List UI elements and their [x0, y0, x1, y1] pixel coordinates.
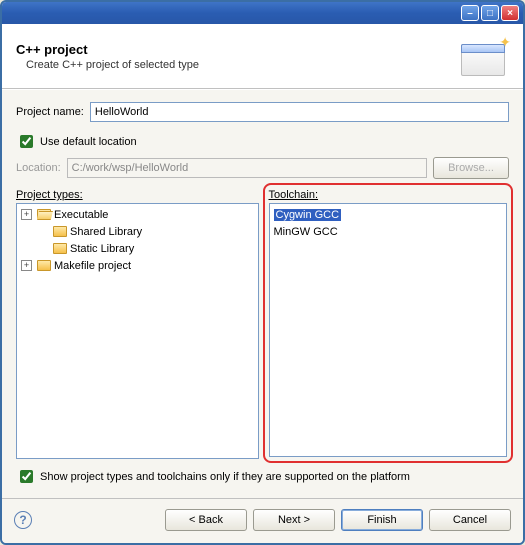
page-subtitle: Create C++ project of selected type — [26, 59, 455, 71]
wizard-window: – □ × C++ project Create C++ project of … — [0, 0, 525, 545]
use-default-location-checkbox[interactable] — [20, 135, 33, 148]
cancel-button[interactable]: Cancel — [429, 509, 511, 531]
tree-item[interactable]: Static Library — [19, 240, 256, 257]
project-name-label: Project name: — [16, 106, 84, 118]
wizard-header: C++ project Create C++ project of select… — [2, 24, 523, 89]
show-supported-label: Show project types and toolchains only i… — [40, 471, 410, 483]
list-item-label: Cygwin GCC — [274, 209, 342, 221]
folder-icon — [53, 226, 67, 237]
wizard-banner-icon: ✦ — [455, 34, 511, 78]
toolchain-list[interactable]: Cygwin GCC MinGW GCC — [269, 203, 508, 457]
maximize-button[interactable]: □ — [481, 5, 499, 21]
tree-item-label: Shared Library — [70, 226, 142, 238]
back-button[interactable]: < Back — [165, 509, 247, 531]
use-default-location-label: Use default location — [40, 136, 137, 148]
location-input — [67, 158, 427, 178]
list-item[interactable]: Cygwin GCC — [272, 206, 505, 223]
next-button[interactable]: Next > — [253, 509, 335, 531]
tree-item[interactable]: + Makefile project — [19, 257, 256, 274]
tree-item[interactable]: Shared Library — [19, 223, 256, 240]
folder-icon — [37, 260, 51, 271]
toolchain-label: Toolchain: — [269, 189, 508, 201]
folder-icon — [53, 243, 67, 254]
browse-button: Browse... — [433, 157, 509, 179]
project-name-input[interactable] — [90, 102, 509, 122]
tree-item-label: Executable — [54, 209, 108, 221]
folder-icon — [37, 209, 51, 220]
project-types-label: Project types: — [16, 189, 259, 201]
tree-spacer — [37, 226, 48, 237]
tree-spacer — [37, 243, 48, 254]
page-title: C++ project — [16, 42, 455, 57]
minimize-button[interactable]: – — [461, 5, 479, 21]
close-button[interactable]: × — [501, 5, 519, 21]
wizard-footer: ? < Back Next > Finish Cancel — [2, 498, 523, 543]
expand-icon[interactable]: + — [21, 209, 32, 220]
tree-item-label: Makefile project — [54, 260, 131, 272]
wizard-content: Project name: Use default location Locat… — [2, 89, 523, 498]
tree-item-label: Static Library — [70, 243, 134, 255]
show-supported-checkbox[interactable] — [20, 470, 33, 483]
project-types-tree[interactable]: + Executable Shared Library Static Library +… — [16, 203, 259, 459]
list-item-label: MinGW GCC — [274, 226, 338, 238]
finish-button[interactable]: Finish — [341, 509, 423, 531]
toolchain-highlight: Toolchain: Cygwin GCC MinGW GCC — [263, 183, 514, 463]
help-icon[interactable]: ? — [14, 511, 32, 529]
list-item[interactable]: MinGW GCC — [272, 223, 505, 240]
tree-item[interactable]: + Executable — [19, 206, 256, 223]
location-label: Location: — [16, 162, 61, 174]
expand-icon[interactable]: + — [21, 260, 32, 271]
project-types-panel: Project types: + Executable Shared Library… — [16, 189, 259, 459]
titlebar: – □ × — [2, 2, 523, 24]
